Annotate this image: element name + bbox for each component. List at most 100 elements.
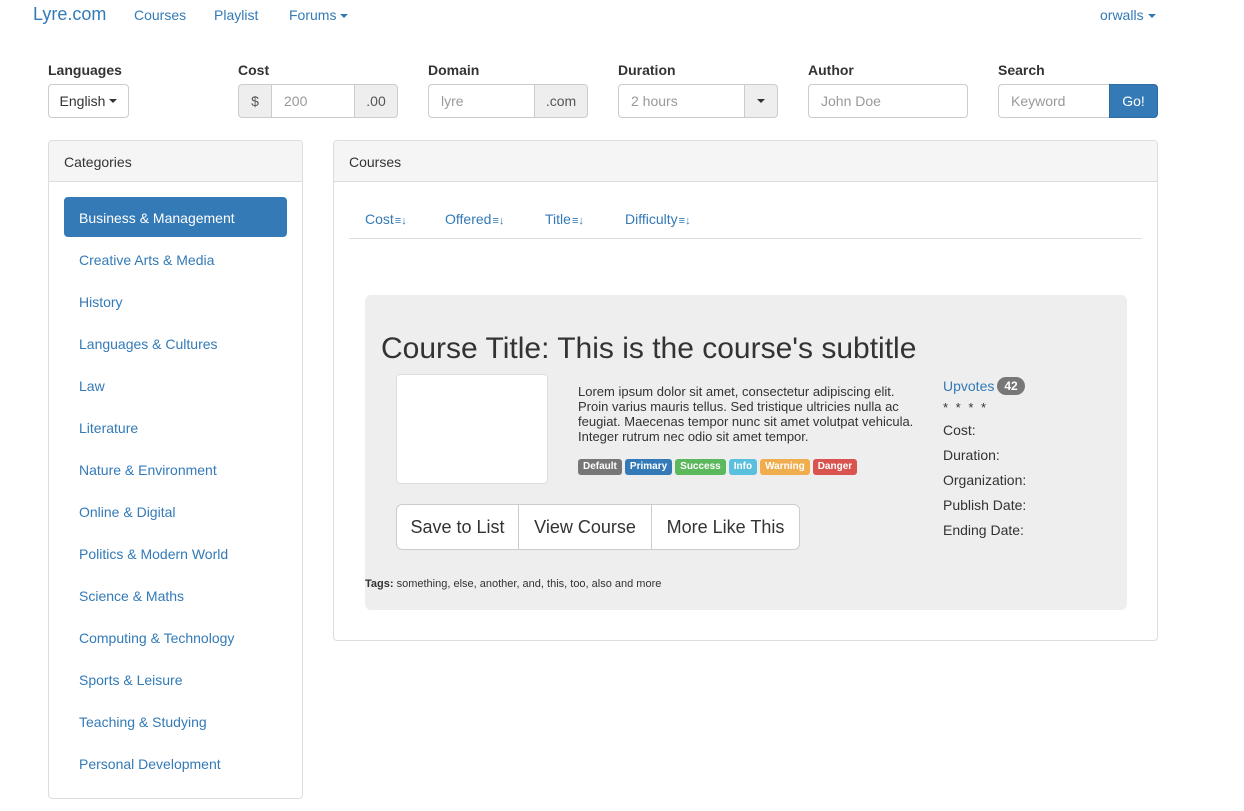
top-navbar: Lyre.com Courses Playlist Forums orwalls [0,0,1244,32]
course-meta: Upvotes 42 * * * * Cost: Duration: Organi… [943,376,1113,543]
sidebar-item-category[interactable]: Computing & Technology [64,617,287,657]
sidebar-item-category[interactable]: Teaching & Studying [64,701,287,741]
search-input[interactable]: Keyword [998,84,1109,118]
domain-input-group: lyre .com [428,84,588,118]
cost-input-group: $ 200 .00 [238,84,398,118]
user-menu-dropdown[interactable]: orwalls [1100,7,1156,23]
languages-label: Languages [48,62,122,78]
meta-organization: Organization: [943,472,1027,488]
duration-input[interactable]: 2 hours [618,84,744,118]
rating-stars: * * * * [943,400,989,415]
sidebar-item-category[interactable]: Sports & Leisure [64,659,287,699]
sort-difficulty-label: Difficulty [625,211,678,227]
sidebar-item-category[interactable]: Languages & Cultures [64,323,287,363]
nav-forums-dropdown[interactable]: Forums [289,7,349,23]
meta-ending-date: Ending Date: [943,522,1024,538]
course-thumbnail [396,374,548,484]
courses-heading: Courses [334,141,1157,182]
search-label: Search [998,62,1045,78]
label-badge: Warning [760,459,810,475]
categories-panel: Categories Business & Management Creative… [48,140,303,799]
sort-cost-label: Cost [365,211,394,227]
domain-suffix: .com [534,84,588,118]
author-input-group: John Doe [808,84,968,118]
course-actions: Save to List View Course More Like This [396,504,800,550]
nav-forums-label: Forums [289,7,337,23]
sidebar-item-category[interactable]: Law [64,365,287,405]
course-description: Lorem ipsum dolor sit amet, consectetur … [578,384,914,444]
domain-label: Domain [428,62,480,78]
sidebar-item-category[interactable]: Online & Digital [64,491,287,531]
sidebar-item-category[interactable]: Science & Maths [64,575,287,615]
nav-courses[interactable]: Courses [134,7,186,23]
sidebar-item-category[interactable]: History [64,281,287,321]
tags-label: Tags: [365,578,394,590]
meta-cost: Cost: [943,422,976,438]
author-input[interactable]: John Doe [808,84,968,118]
course-title: Course Title: This is the course's subti… [381,332,917,365]
nav-playlist[interactable]: Playlist [214,7,258,23]
search-input-group: Keyword Go! [998,84,1158,118]
sidebar-item-category[interactable]: Literature [64,407,287,447]
upvotes-label: Upvotes [943,378,995,394]
filter-languages: Languages English [48,62,208,118]
languages-dropdown[interactable]: English [48,84,129,118]
course-card: Course Title: This is the course's subti… [365,295,1127,610]
tags-list: something, else, another, and, this, too… [396,578,662,590]
sort-bar: Cost≡↓ Offered≡↓ Title≡↓ Difficulty≡↓ [349,197,1142,239]
label-badge: Default [578,459,622,475]
filter-search: Search Keyword Go! [998,62,1158,118]
meta-duration: Duration: [943,447,1000,463]
sidebar-item-category[interactable]: Creative Arts & Media [64,239,287,279]
sort-offered-label: Offered [445,211,492,227]
sort-asc-icon: ≡↓ [571,215,584,227]
view-course-button[interactable]: View Course [518,504,652,550]
meta-publish-date: Publish Date: [943,497,1027,513]
sort-asc-icon: ≡↓ [492,215,505,227]
course-labels: Default Primary Success Info Warning Danger [578,459,858,475]
upvotes[interactable]: Upvotes 42 [943,376,1113,396]
chevron-down-icon [340,14,349,19]
sort-cost[interactable]: Cost≡↓ [365,211,407,227]
duration-dropdown-toggle[interactable] [744,84,778,118]
sidebar-item-category[interactable]: Business & Management [64,197,287,237]
sort-offered[interactable]: Offered≡↓ [445,211,504,227]
sort-difficulty[interactable]: Difficulty≡↓ [625,211,691,227]
cost-suffix: .00 [354,84,398,118]
chevron-down-icon [109,99,118,103]
sidebar-item-category[interactable]: Personal Development [64,743,287,783]
chevron-down-icon [757,99,765,103]
categories-list: Business & Management Creative Arts & Med… [49,182,302,783]
sort-desc-icon: ≡↓ [394,215,407,227]
sort-title-label: Title [545,211,571,227]
save-to-list-button[interactable]: Save to List [396,504,519,550]
categories-heading: Categories [49,141,302,182]
label-badge: Danger [812,459,858,475]
search-go-button[interactable]: Go! [1109,84,1158,118]
duration-input-group: 2 hours [618,84,778,118]
sidebar-item-category[interactable]: Politics & Modern World [64,533,287,573]
chevron-down-icon [1147,14,1156,19]
sort-desc-icon: ≡↓ [678,215,691,227]
label-badge: Primary [624,459,673,475]
author-label: Author [808,62,854,78]
cost-input[interactable]: 200 [272,84,354,118]
upvotes-badge: 42 [997,377,1025,395]
filter-duration: Duration 2 hours [618,62,778,118]
sort-title[interactable]: Title≡↓ [545,211,584,227]
label-badge: Info [728,459,758,475]
filter-domain: Domain lyre .com [428,62,588,118]
cost-label: Cost [238,62,270,78]
filter-cost: Cost $ 200 .00 [238,62,398,118]
sidebar-item-category[interactable]: Nature & Environment [64,449,287,489]
duration-label: Duration [618,62,676,78]
course-tags: Tags: something, else, another, and, thi… [365,578,661,590]
more-like-this-button[interactable]: More Like This [651,504,800,550]
languages-value: English [59,93,106,109]
courses-panel: Courses Cost≡↓ Offered≡↓ Title≡↓ Difficu… [333,140,1158,641]
cost-prefix: $ [238,84,272,118]
brand-logo[interactable]: Lyre.com [33,4,106,25]
domain-input[interactable]: lyre [428,84,534,118]
label-badge: Success [675,459,726,475]
filter-author: Author John Doe [808,62,968,118]
